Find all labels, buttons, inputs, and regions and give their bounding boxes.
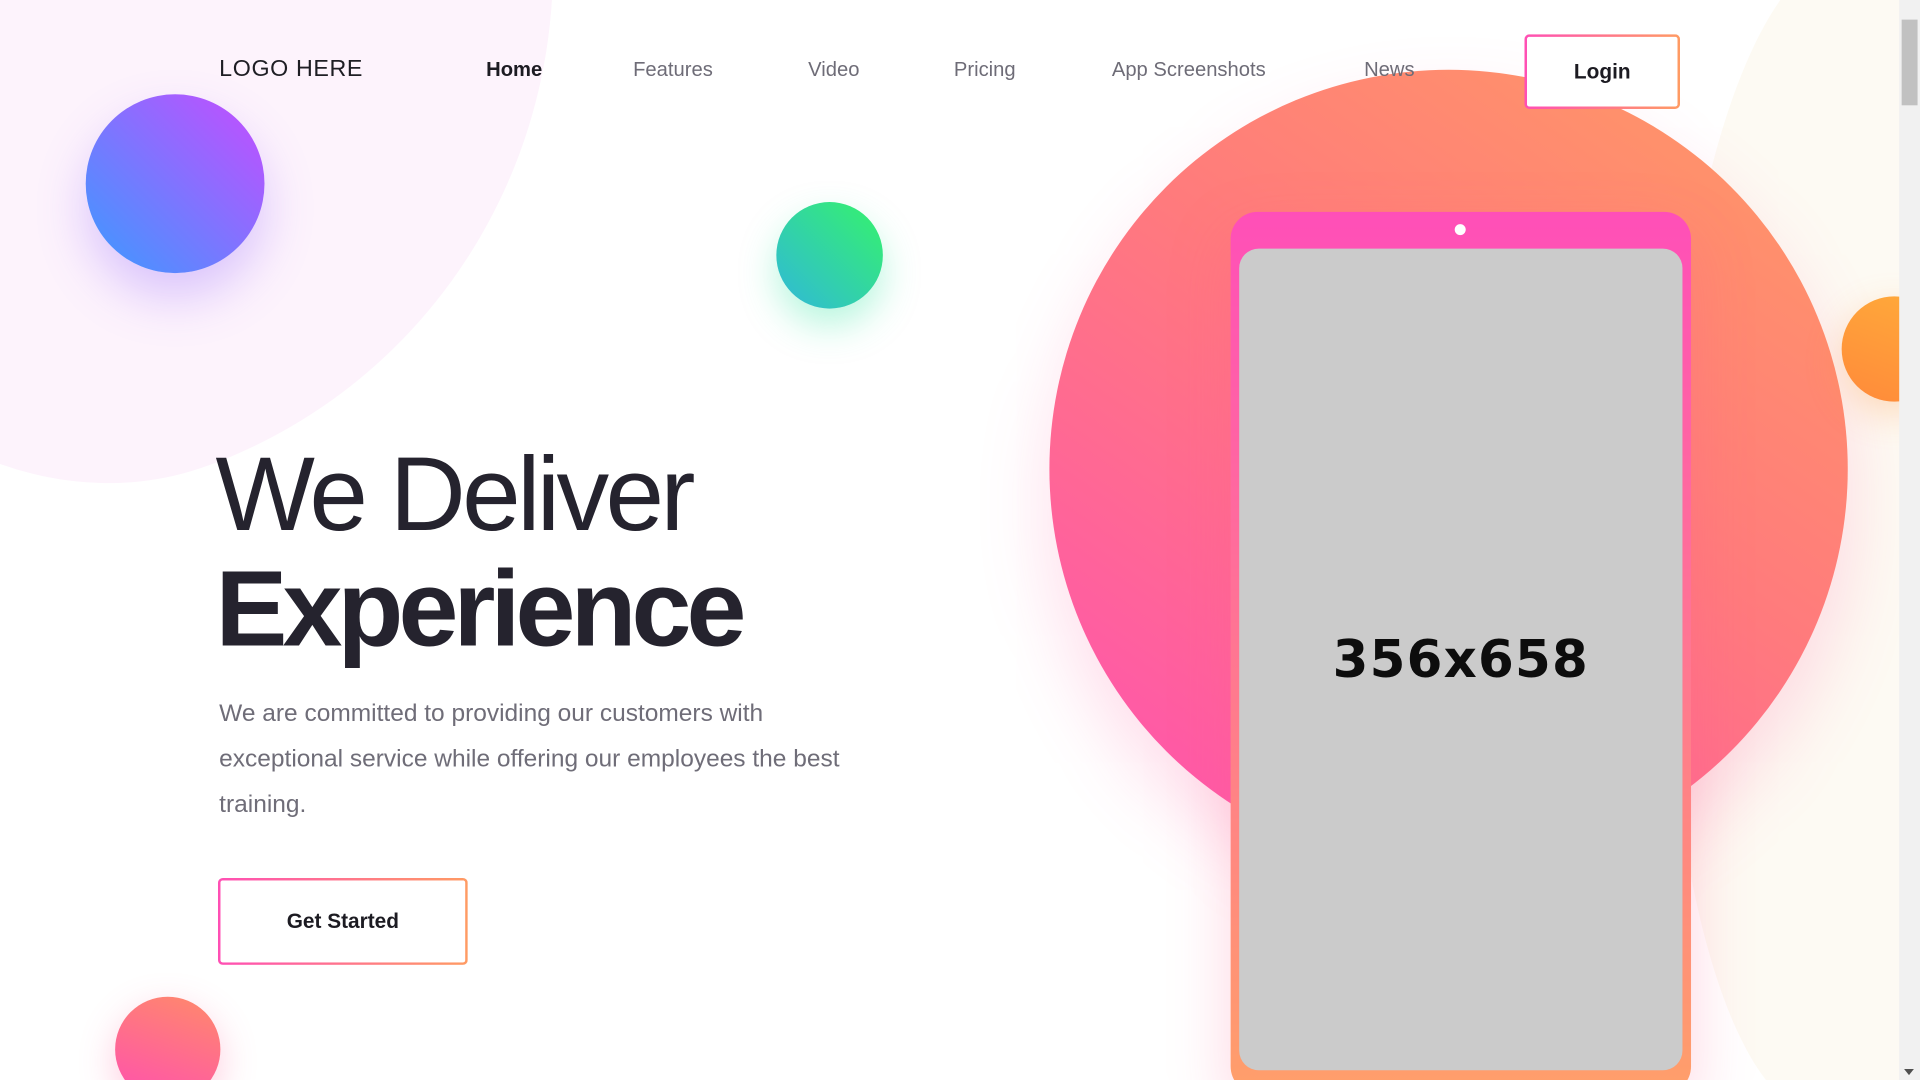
tablet-screen-placeholder: 356x658 <box>1239 248 1683 1071</box>
scroll-down-arrow-icon[interactable] <box>1904 1068 1914 1076</box>
nav-item-news[interactable]: News <box>1364 59 1415 82</box>
nav-item-app-screenshots[interactable]: App Screenshots <box>1112 59 1266 82</box>
nav-item-pricing[interactable]: Pricing <box>954 59 1016 82</box>
screen-placeholder-label: 356x658 <box>1332 629 1590 690</box>
nav-item-home[interactable]: Home <box>486 59 542 82</box>
tablet-mockup: 356x658 <box>1230 211 1692 1080</box>
hero-title-line1: We Deliver <box>215 435 696 554</box>
nav-item-video[interactable]: Video <box>808 59 859 82</box>
landing-page: LOGO HERE Home Features Video Pricing Ap… <box>0 0 1920 1080</box>
get-started-button[interactable]: Get Started <box>218 878 468 965</box>
tablet-camera-dot <box>1454 224 1466 236</box>
hero-description: We are committed to providing our custom… <box>219 700 840 818</box>
scrollbar-thumb[interactable] <box>1901 19 1918 106</box>
logo[interactable]: LOGO HERE <box>219 56 363 83</box>
nav-item-features[interactable]: Features <box>633 59 713 82</box>
decorative-orb-pink <box>115 996 221 1080</box>
decorative-orb-green <box>776 202 883 309</box>
hero-title-line2: Experience <box>215 547 747 669</box>
login-button[interactable]: Login <box>1525 34 1681 109</box>
decorative-orb-purple <box>85 94 265 274</box>
vertical-scrollbar[interactable] <box>1899 0 1920 1080</box>
